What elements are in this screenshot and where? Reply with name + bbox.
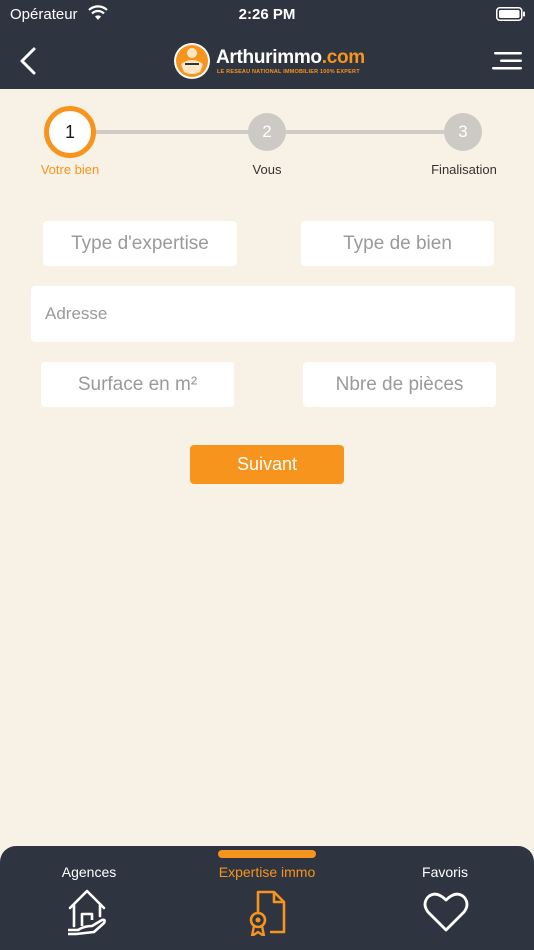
tab-expertise-immo[interactable]: Expertise immo xyxy=(178,846,356,950)
step-1-label: Votre bien xyxy=(40,162,100,177)
battery-icon xyxy=(496,7,525,21)
hamburger-menu-icon[interactable] xyxy=(490,50,524,72)
step-3-indicator: 3 xyxy=(444,113,482,151)
step-1-indicator: 1 xyxy=(44,106,96,158)
logo-name-accent: .com xyxy=(321,47,365,68)
progress-stepper: 1 2 3 Votre bien Vous Finalisation xyxy=(0,90,534,190)
step-2-indicator: 2 xyxy=(248,113,286,151)
logo-wordmark: Arthurimmo.com xyxy=(216,47,365,69)
arthurimmo-logo: Arthurimmo.com LE RESEAU NATIONAL IMMOBI… xyxy=(173,42,373,82)
logo-tagline: LE RESEAU NATIONAL IMMOBILIER 100% EXPER… xyxy=(217,69,360,75)
surface-input[interactable]: Surface en m² xyxy=(41,362,234,407)
type-expertise-select[interactable]: Type d'expertise xyxy=(43,221,237,266)
tab-favoris[interactable]: Favoris xyxy=(356,846,534,950)
step-connector xyxy=(285,130,447,134)
logo-mascot-icon xyxy=(174,43,210,79)
active-tab-indicator xyxy=(218,850,316,858)
status-time: 2:26 PM xyxy=(238,6,296,23)
house-hand-icon xyxy=(68,889,106,936)
step-2-label: Vous xyxy=(252,162,282,177)
logo-name-main: Arthurimmo xyxy=(216,47,322,68)
type-bien-select[interactable]: Type de bien xyxy=(301,221,494,266)
certificate-document-icon xyxy=(249,890,286,936)
nbre-pieces-input[interactable]: Nbre de pièces xyxy=(303,362,496,407)
adresse-input[interactable]: Adresse xyxy=(31,286,515,342)
tab-favoris-label: Favoris xyxy=(422,864,468,880)
bottom-tab-bar: Agences Expertise immo Favoris xyxy=(0,846,534,950)
step-connector xyxy=(94,130,250,134)
heart-icon xyxy=(423,892,469,932)
back-chevron-icon[interactable] xyxy=(16,46,40,76)
status-bar: Opérateur 2:26 PM xyxy=(0,0,534,30)
app-header: Arthurimmo.com LE RESEAU NATIONAL IMMOBI… xyxy=(0,30,534,89)
next-button[interactable]: Suivant xyxy=(190,445,344,484)
tab-agences-label: Agences xyxy=(61,864,117,880)
tab-agences[interactable]: Agences xyxy=(0,846,178,950)
tab-expertise-label: Expertise immo xyxy=(218,864,316,880)
step-3-label: Finalisation xyxy=(431,162,497,177)
